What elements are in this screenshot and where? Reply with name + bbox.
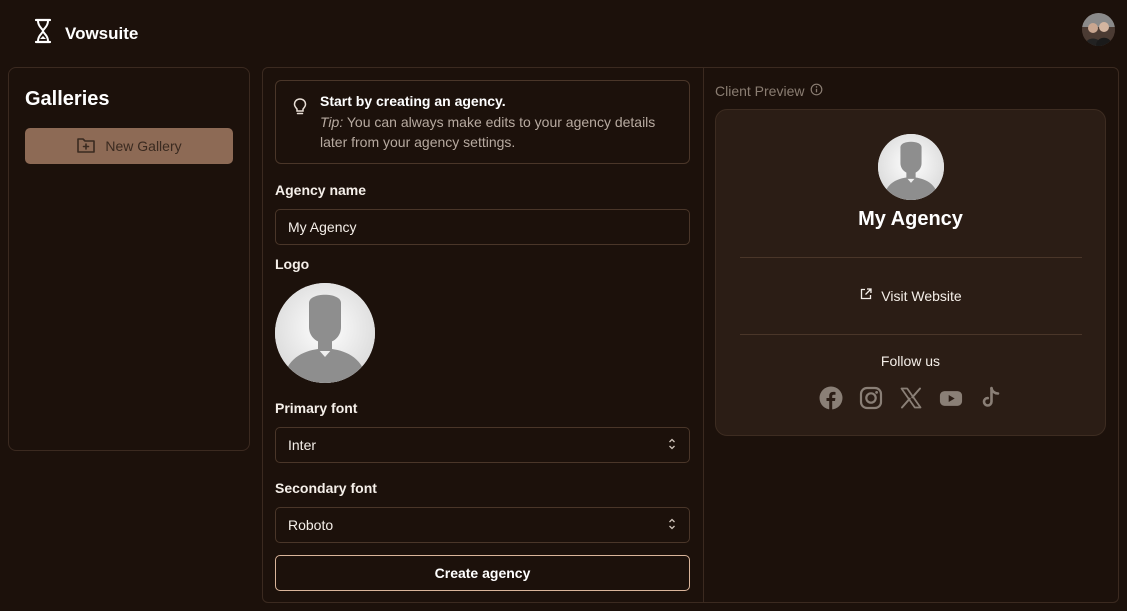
external-link-icon <box>859 287 873 304</box>
instagram-icon[interactable] <box>859 386 883 410</box>
column-divider <box>703 68 704 602</box>
youtube-icon[interactable] <box>939 386 963 410</box>
agency-name-value: My Agency <box>288 219 357 235</box>
secondary-font-select[interactable]: Roboto <box>275 507 690 543</box>
tiktok-icon[interactable] <box>979 386 1003 410</box>
social-links <box>716 386 1105 410</box>
agency-name-label: Agency name <box>275 182 367 198</box>
client-preview-card: My Agency Visit Website Follow us <box>715 109 1106 436</box>
tip-box: Start by creating an agency. Tip: You ca… <box>275 80 690 164</box>
person-placeholder-icon <box>878 134 944 200</box>
lightbulb-icon <box>292 97 308 122</box>
user-avatar[interactable] <box>1082 13 1115 46</box>
primary-font-select[interactable]: Inter <box>275 427 690 463</box>
tip-text: Tip: You can always make edits to your a… <box>320 112 680 152</box>
folder-plus-icon <box>76 136 96 157</box>
preview-logo <box>878 134 944 200</box>
visit-website-label: Visit Website <box>881 287 962 304</box>
primary-font-label: Primary font <box>275 400 358 416</box>
chevron-up-down-icon <box>667 437 677 454</box>
preview-agency-name: My Agency <box>858 208 963 230</box>
facebook-icon[interactable] <box>819 386 843 410</box>
create-agency-panel: Start by creating an agency. Tip: You ca… <box>262 67 1119 603</box>
logo-label: Logo <box>275 256 310 272</box>
chevron-up-down-icon <box>667 517 677 534</box>
person-placeholder-icon <box>275 283 375 383</box>
x-icon[interactable] <box>899 386 923 410</box>
tip-prefix: Tip: <box>320 114 344 130</box>
brand[interactable]: Vowsuite <box>33 18 138 49</box>
primary-font-value: Inter <box>288 437 317 453</box>
create-agency-button[interactable]: Create agency <box>275 555 690 591</box>
secondary-font-value: Roboto <box>288 517 334 533</box>
divider <box>740 257 1082 258</box>
tip-body: You can always make edits to your agency… <box>320 114 656 150</box>
follow-us-label: Follow us <box>880 353 941 369</box>
new-gallery-label: New Gallery <box>105 138 182 154</box>
top-bar: Vowsuite <box>0 0 1127 64</box>
logo-upload[interactable] <box>275 283 375 383</box>
secondary-font-label: Secondary font <box>275 480 377 496</box>
agency-name-input[interactable]: My Agency <box>275 209 690 245</box>
divider <box>740 334 1082 335</box>
new-gallery-button[interactable]: New Gallery <box>25 128 233 164</box>
galleries-title: Galleries <box>25 88 110 110</box>
info-icon[interactable] <box>810 83 823 99</box>
client-preview-header: Client Preview <box>715 83 823 99</box>
galleries-panel: Galleries New Gallery <box>8 67 250 451</box>
client-preview-label: Client Preview <box>715 83 805 99</box>
hourglass-icon <box>33 18 53 49</box>
tip-title: Start by creating an agency. <box>320 93 506 109</box>
visit-website-link[interactable]: Visit Website <box>716 287 1105 304</box>
brand-name: Vowsuite <box>65 23 139 43</box>
